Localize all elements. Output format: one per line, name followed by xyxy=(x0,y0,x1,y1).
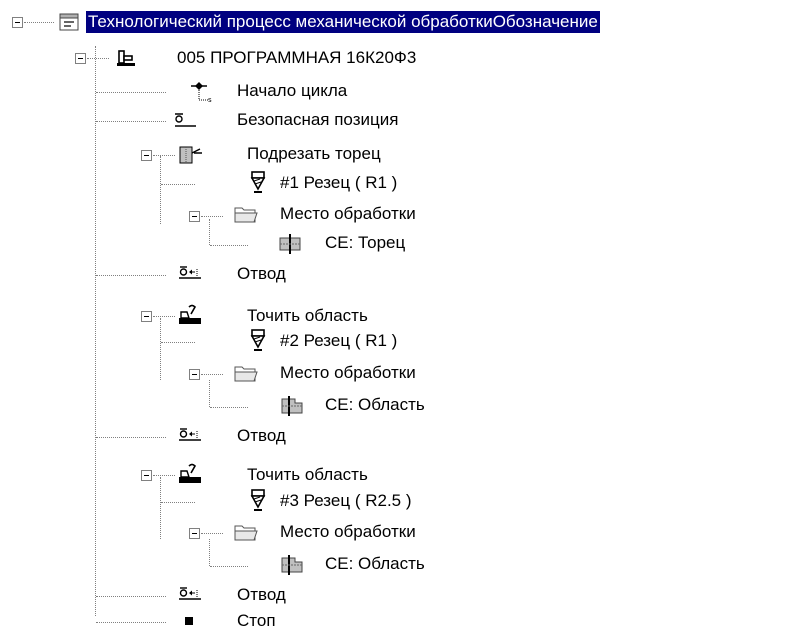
tree-node-tool[interactable]: #3 Резец ( R2.5 ) xyxy=(0,489,788,515)
tree-node-label[interactable]: СЕ: Область xyxy=(325,553,425,575)
tree-node-label[interactable]: Стоп xyxy=(237,610,276,632)
face-element-icon xyxy=(277,232,303,256)
collapse-toggle[interactable] xyxy=(12,17,23,28)
svg-text:s: s xyxy=(208,96,212,104)
tree-node-element[interactable]: СЕ: Торец xyxy=(0,231,788,257)
tree-node-label[interactable]: Отвод xyxy=(237,263,286,285)
tree-node-label[interactable]: 005 ПРОГРАММНАЯ 16К20Ф3 xyxy=(177,47,416,69)
face-trim-icon xyxy=(178,143,204,167)
tree-node-label[interactable]: Точить область xyxy=(247,464,368,486)
tree-node-element[interactable]: СЕ: Область xyxy=(0,393,788,419)
tree-node-label[interactable]: #2 Резец ( R1 ) xyxy=(280,330,397,352)
tree-node-label[interactable]: #1 Резец ( R1 ) xyxy=(280,172,397,194)
collapse-toggle[interactable] xyxy=(189,211,200,222)
collapse-toggle[interactable] xyxy=(141,470,152,481)
collapse-toggle[interactable] xyxy=(141,311,152,322)
tree-node-label[interactable]: СЕ: Область xyxy=(325,394,425,416)
tree-node-place[interactable]: Место обработки xyxy=(0,520,788,546)
folder-icon xyxy=(233,202,259,226)
tree-node-place[interactable]: Место обработки xyxy=(0,202,788,228)
tree-node-label[interactable]: Безопасная позиция xyxy=(237,109,398,131)
turn-area-icon xyxy=(177,463,203,487)
lathe-machine-icon xyxy=(113,46,139,70)
cycle-start-icon: s xyxy=(191,80,217,104)
turn-area-icon xyxy=(177,304,203,328)
tree-node-tool[interactable]: #1 Резец ( R1 ) xyxy=(0,171,788,197)
tree-node-label[interactable]: #3 Резец ( R2.5 ) xyxy=(280,490,412,512)
safe-position-icon xyxy=(172,109,198,133)
area-element-icon xyxy=(279,394,305,418)
cutter-tool-icon xyxy=(245,489,271,513)
area-element-icon xyxy=(279,553,305,577)
tree-node-place[interactable]: Место обработки xyxy=(0,361,788,387)
tree-node-label[interactable]: Место обработки xyxy=(280,521,416,543)
collapse-toggle[interactable] xyxy=(75,53,86,64)
tree-node-cycle-start[interactable]: s Начало цикла xyxy=(0,79,788,105)
collapse-toggle[interactable] xyxy=(189,528,200,539)
collapse-toggle[interactable] xyxy=(141,150,152,161)
tree-node-label[interactable]: Место обработки xyxy=(280,362,416,384)
tree-node-label[interactable]: Отвод xyxy=(237,584,286,606)
retract-icon xyxy=(177,425,203,449)
folder-icon xyxy=(233,361,259,385)
tree-node-element[interactable]: СЕ: Область xyxy=(0,552,788,578)
tree-node-stop[interactable]: Стоп xyxy=(0,609,788,635)
tree-node-safe-position[interactable]: Безопасная позиция xyxy=(0,108,788,134)
tree-node-turn-area[interactable]: Точить область xyxy=(0,304,788,330)
tree-node-label[interactable]: Место обработки xyxy=(280,203,416,225)
tree-node-root[interactable]: Технологический процесс механической обр… xyxy=(0,9,788,35)
cutter-tool-icon xyxy=(245,171,271,195)
tree-node-label[interactable]: Точить область xyxy=(247,305,368,327)
tree-node-label[interactable]: Начало цикла xyxy=(237,80,347,102)
tree-node-label[interactable]: СЕ: Торец xyxy=(325,232,405,254)
tree-node-turn-area[interactable]: Точить область xyxy=(0,463,788,489)
tree-node-retract[interactable]: Отвод xyxy=(0,262,788,288)
tree-node-operation[interactable]: 005 ПРОГРАММНАЯ 16К20Ф3 xyxy=(0,46,788,72)
tree-node-label[interactable]: Технологический процесс механической обр… xyxy=(86,11,600,33)
document-window-icon xyxy=(56,10,82,34)
collapse-toggle[interactable] xyxy=(189,369,200,380)
tree-node-label[interactable]: Подрезать торец xyxy=(247,143,381,165)
retract-icon xyxy=(177,263,203,287)
retract-icon xyxy=(177,584,203,608)
tree-node-face-trim[interactable]: Подрезать торец xyxy=(0,142,788,168)
stop-icon xyxy=(177,610,203,634)
tree-node-retract[interactable]: Отвод xyxy=(0,424,788,450)
tree-node-label[interactable]: Отвод xyxy=(237,425,286,447)
cutter-tool-icon xyxy=(245,329,271,353)
tree-node-retract[interactable]: Отвод xyxy=(0,583,788,609)
folder-icon xyxy=(233,520,259,544)
process-tree: Технологический процесс механической обр… xyxy=(0,0,788,637)
tree-node-tool[interactable]: #2 Резец ( R1 ) xyxy=(0,329,788,355)
